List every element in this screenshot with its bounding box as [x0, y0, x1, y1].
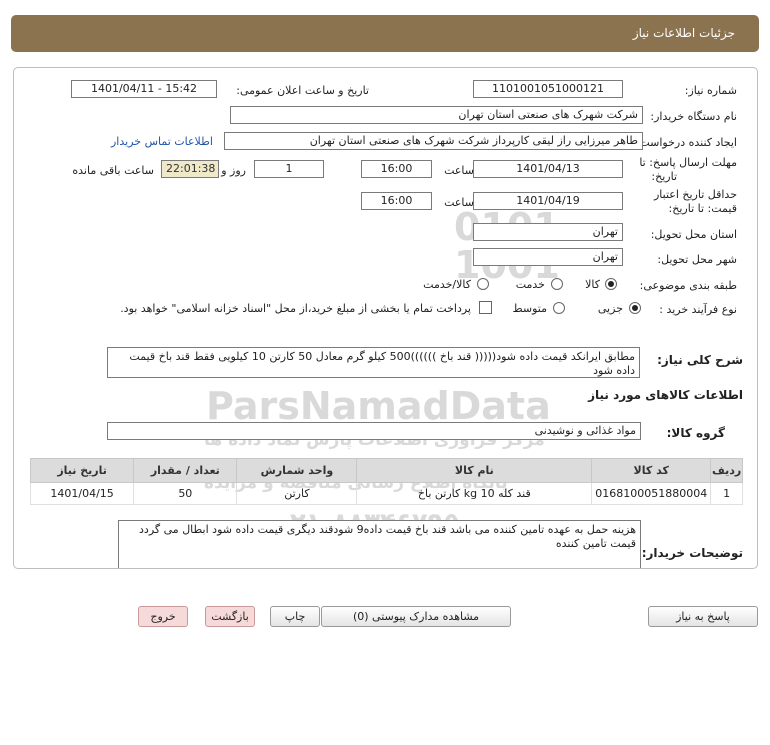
days-field: 1 [254, 160, 324, 178]
category-option-goods: کالا [585, 278, 600, 291]
creator-field: طاهر میرزایی راز لیقی کارپرداز شرکت شهرک… [224, 132, 643, 150]
col-code-header: کد کالا [591, 458, 712, 483]
announce-field: 1401/04/11 - 15:42 [71, 80, 217, 98]
col-unit-header: واحد شمارش [236, 458, 358, 483]
attachments-button[interactable]: مشاهده مدارک پیوستی (0) [321, 606, 511, 627]
deadline-label-date: تاریخ: [651, 170, 677, 183]
category-label: طبقه بندی موضوعی: [639, 279, 737, 292]
category-radio-service[interactable] [551, 278, 563, 290]
validity-label: حداقل تاریخ اعتبار [653, 188, 737, 201]
goods-group-label: گروه کالا: [666, 426, 725, 440]
goods-table: ردیف کد کالا نام کالا واحد شمارش تعداد /… [29, 458, 743, 505]
deadline-time-label: ساعت [444, 164, 474, 177]
remaining-label: ساعت باقی مانده [72, 164, 154, 177]
buyer-contact-link[interactable]: اطلاعات تماس خریدار [111, 135, 213, 148]
remaining-time-field: 22:01:38 [161, 160, 219, 178]
validity-label-date: قیمت: تا تاریخ: [668, 202, 737, 215]
validity-date-field: 1401/04/19 [473, 192, 623, 210]
cell-name: قند کله 10 kg کارتن باخ [356, 482, 593, 505]
watermark-digits: 0101 1001 [454, 208, 560, 284]
table-row: 1 0168100051880004 قند کله 10 kg کارتن ب… [29, 482, 743, 505]
city-field: تهران [473, 248, 623, 266]
category-radio-goods[interactable] [605, 278, 617, 290]
cell-row: 1 [710, 482, 743, 505]
details-panel: 0101 1001 ParsNamadData مرکز فراوری اطلا… [13, 67, 758, 569]
cell-unit: کارتن [236, 482, 358, 505]
need-number-label: شماره نیاز: [684, 84, 737, 97]
process-option-minor: جزیی [597, 302, 623, 315]
process-option-medium: متوسط [512, 302, 547, 315]
col-name-header: نام کالا [356, 458, 593, 483]
cell-code: 0168100051880004 [591, 482, 712, 505]
process-radio-minor[interactable] [629, 302, 641, 314]
goods-group-field: مواد غذائی و نوشیدنی [107, 422, 641, 440]
category-option-service: خدمت [515, 278, 545, 291]
deadline-date-field: 1401/04/13 [473, 160, 623, 178]
buyer-notes-field: هزینه حمل به عهده تامین کننده می باشد قن… [118, 520, 641, 568]
days-label: روز و [221, 164, 246, 177]
category-radio-both[interactable] [477, 278, 489, 290]
deadline-time-field: 16:00 [361, 160, 432, 178]
creator-label: ایجاد کننده درخواست: [635, 136, 737, 149]
description-field: مطابق ایرانکد قیمت داده شود((((( قند باخ… [107, 347, 640, 378]
col-date-header: تاریخ نیاز [29, 458, 135, 483]
process-radio-medium[interactable] [553, 302, 565, 314]
page-header: جزئیات اطلاعات نیاز [11, 15, 759, 52]
page-title: جزئیات اطلاعات نیاز [632, 26, 735, 40]
city-label: شهر محل تحویل: [657, 253, 737, 266]
col-row-header: ردیف [710, 458, 743, 483]
province-label: استان محل تحویل: [650, 228, 737, 241]
buyer-org-field: شرکت شهرک های صنعتی استان تهران [230, 106, 643, 124]
process-label: نوع فرآیند خرید : [659, 303, 737, 316]
province-field: تهران [473, 223, 623, 241]
description-label: شرح کلی نیاز: [657, 353, 743, 367]
validity-time-field: 16:00 [361, 192, 432, 210]
treasury-note: پرداخت تمام یا بخشی از مبلغ خرید،از محل … [120, 302, 471, 315]
need-number-field: 1101001051000121 [473, 80, 623, 98]
col-qty-header: تعداد / مقدار [133, 458, 238, 483]
back-button[interactable]: بازگشت [205, 606, 255, 627]
cell-qty: 50 [133, 482, 238, 505]
goods-info-title: اطلاعات کالاهای مورد نیاز [588, 388, 743, 402]
announce-label: تاریخ و ساعت اعلان عمومی: [236, 84, 369, 97]
category-option-both: کالا/خدمت [423, 278, 471, 291]
buyer-notes-label: توضیحات خریدار: [641, 546, 743, 560]
deadline-label: مهلت ارسال پاسخ: تا [639, 156, 737, 169]
cell-date: 1401/04/15 [29, 482, 135, 505]
exit-button[interactable]: خروج [138, 606, 188, 627]
table-header-row: ردیف کد کالا نام کالا واحد شمارش تعداد /… [29, 458, 743, 483]
reply-button[interactable]: پاسخ به نیاز [648, 606, 758, 627]
print-button[interactable]: چاپ [270, 606, 320, 627]
validity-time-label: ساعت [444, 196, 474, 209]
treasury-checkbox[interactable] [479, 301, 492, 314]
buyer-org-label: نام دستگاه خریدار: [650, 110, 737, 123]
